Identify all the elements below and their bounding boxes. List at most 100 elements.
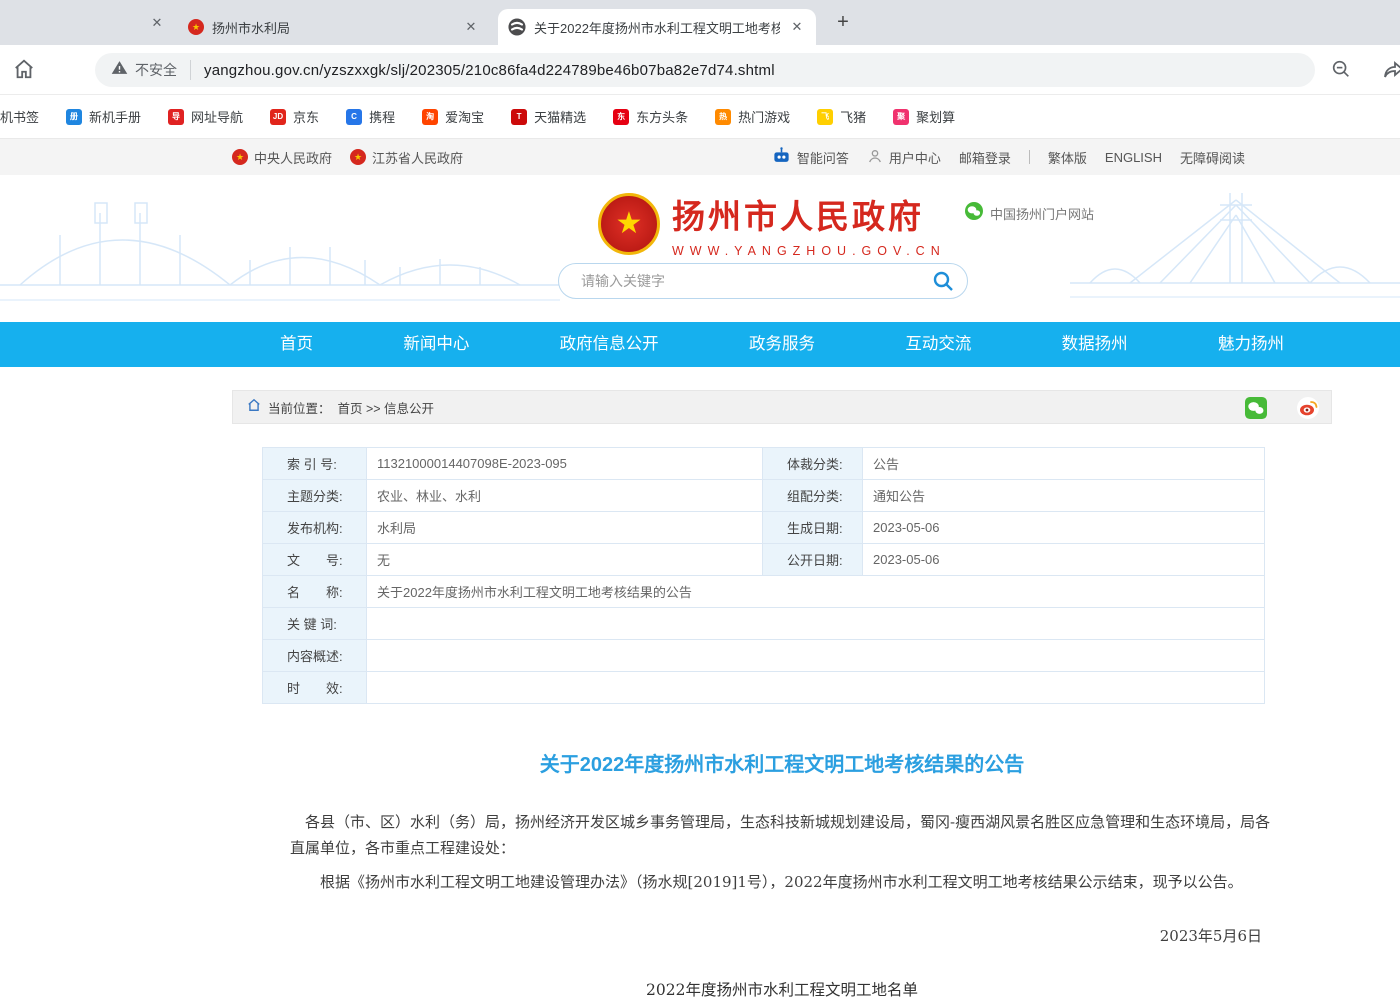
table-row: 主题分类: 农业、林业、水利 组配分类: 通知公告 xyxy=(263,480,1265,512)
bookmark-item[interactable]: C 携程 xyxy=(346,107,395,126)
portal-link[interactable]: 中国扬州门户网站 xyxy=(965,202,1094,225)
main-nav: 首页 新闻中心 政府信息公开 政务服务 互动交流 数据扬州 魅力扬州 xyxy=(0,322,1400,367)
meta-label: 文 号: xyxy=(263,544,367,576)
share-icon[interactable] xyxy=(1382,58,1400,87)
link-user-center[interactable]: 用户中心 xyxy=(867,148,941,167)
link-central-gov[interactable]: ★ 中央人民政府 xyxy=(232,148,332,167)
bookmarks-bar: 机书签 册 新机手册 导 网址导航 JD 京东 C 携程 淘 爱淘宝 T 天猫精… xyxy=(0,95,1400,138)
content-area: 当前位置： 首页 >> 信息公开 索 引 号: 1132100001440709… xyxy=(232,390,1332,997)
nav-services[interactable]: 政务服务 xyxy=(749,322,815,367)
table-row: 时 效: xyxy=(263,672,1265,704)
gov-top-bar: ★ 中央人民政府 ★ 江苏省人民政府 智能问答 用户中心 xyxy=(0,138,1400,175)
zoom-out-icon[interactable] xyxy=(1330,58,1352,85)
bookmark-item[interactable]: 热 热门游戏 xyxy=(715,107,790,126)
nav-news[interactable]: 新闻中心 xyxy=(403,322,469,367)
national-emblem-icon: ★ xyxy=(598,193,660,255)
link-smart-qa[interactable]: 智能问答 xyxy=(772,146,849,168)
article-date: 2023年5月6日 xyxy=(232,925,1262,946)
meta-label: 主题分类: xyxy=(263,480,367,512)
national-emblem-icon: ★ xyxy=(350,149,366,165)
meta-label: 体裁分类: xyxy=(763,448,863,480)
meta-label: 生成日期: xyxy=(763,512,863,544)
bookmark-favicon-icon: 热 xyxy=(715,109,731,125)
header-art-left xyxy=(0,175,560,322)
meta-value: 2023-05-06 xyxy=(863,512,1265,544)
bookmark-item[interactable]: 淘 爱淘宝 xyxy=(422,107,484,126)
bookmark-item[interactable]: 聚 聚划算 xyxy=(893,107,955,126)
article-paragraph: 各县（市、区）水利（务）局，扬州经济开发区城乡事务管理局，生态科技新城规划建设局… xyxy=(290,809,1274,861)
bookmark-favicon-icon: 飞 xyxy=(817,109,833,125)
bookmark-favicon-icon: 东 xyxy=(613,109,629,125)
table-row: 名 称: 关于2022年度扬州市水利工程文明工地考核结果的公告 xyxy=(263,576,1265,608)
search-input[interactable] xyxy=(581,264,911,298)
table-row: 内容概述: xyxy=(263,640,1265,672)
meta-label: 名 称: xyxy=(263,576,367,608)
wechat-share-icon[interactable] xyxy=(1245,397,1267,419)
meta-value: 2023-05-06 xyxy=(863,544,1265,576)
close-icon[interactable]: ✕ xyxy=(148,14,166,32)
tab-current-article[interactable]: 关于2022年度扬州市水利工程文明工地考核结 ✕ xyxy=(498,9,816,45)
table-row: 关 键 词: xyxy=(263,608,1265,640)
meta-label: 索 引 号: xyxy=(263,448,367,480)
meta-value: 11321000014407098E-2023-095 xyxy=(367,448,763,480)
bookmark-item[interactable]: JD 京东 xyxy=(270,107,319,126)
close-icon[interactable]: ✕ xyxy=(462,18,480,36)
meta-value: 水利局 xyxy=(367,512,763,544)
meta-label: 关 键 词: xyxy=(263,608,367,640)
nav-home[interactable]: 首页 xyxy=(280,322,313,367)
user-icon xyxy=(867,148,883,167)
nav-charm[interactable]: 魅力扬州 xyxy=(1218,322,1284,367)
bookmark-item[interactable]: T 天猫精选 xyxy=(511,107,586,126)
header-art-right xyxy=(1070,175,1400,322)
meta-label: 发布机构: xyxy=(263,512,367,544)
bookmark-favicon-icon: T xyxy=(511,109,527,125)
nav-info-disclosure[interactable]: 政府信息公开 xyxy=(560,322,659,367)
new-tab-button[interactable]: + xyxy=(830,9,856,35)
tab-title: 关于2022年度扬州市水利工程文明工地考核结 xyxy=(534,18,780,37)
national-emblem-icon: ★ xyxy=(232,149,248,165)
meta-value: 公告 xyxy=(863,448,1265,480)
divider xyxy=(1029,150,1030,164)
bookmark-item[interactable]: 飞 飞猪 xyxy=(817,107,866,126)
link-mail-login[interactable]: 邮箱登录 xyxy=(959,148,1011,167)
link-jiangsu-gov[interactable]: ★ 江苏省人民政府 xyxy=(350,148,463,167)
close-icon[interactable]: ✕ xyxy=(788,18,806,36)
meta-label: 内容概述: xyxy=(263,640,367,672)
meta-table: 索 引 号: 11321000014407098E-2023-095 体裁分类:… xyxy=(262,447,1265,704)
article-title: 关于2022年度扬州市水利工程文明工地考核结果的公告 xyxy=(232,748,1332,777)
weibo-share-icon[interactable] xyxy=(1297,397,1319,419)
article-paragraph: 根据《扬州市水利工程文明工地建设管理办法》（扬水规[2019]1号），2022年… xyxy=(290,869,1274,895)
home-icon[interactable] xyxy=(13,58,35,85)
site-logo[interactable]: ★ 扬州市人民政府 WWW.YANGZHOU.GOV.CN xyxy=(598,190,946,258)
link-accessibility[interactable]: 无障碍阅读 xyxy=(1180,148,1245,167)
tab-water-bureau[interactable]: ★ 扬州市水利局 ✕ xyxy=(178,9,490,45)
nav-data[interactable]: 数据扬州 xyxy=(1062,322,1128,367)
bookmark-item[interactable]: 机书签 xyxy=(0,107,39,126)
national-emblem-icon: ★ xyxy=(188,19,204,35)
meta-value xyxy=(367,672,1265,704)
meta-label: 组配分类: xyxy=(763,480,863,512)
bookmark-item[interactable]: 东 东方头条 xyxy=(613,107,688,126)
bookmark-favicon-icon: 导 xyxy=(168,109,184,125)
breadcrumb: 当前位置： 首页 >> 信息公开 xyxy=(232,390,1332,424)
address-bar[interactable]: 不安全 yangzhou.gov.cn/yzszxxgk/slj/202305/… xyxy=(95,53,1315,87)
search-icon[interactable] xyxy=(931,269,955,298)
meta-value: 通知公告 xyxy=(863,480,1265,512)
meta-value xyxy=(367,608,1265,640)
site-title: 扬州市人民政府 xyxy=(672,190,946,238)
divider xyxy=(190,60,191,80)
nav-interaction[interactable]: 互动交流 xyxy=(905,322,971,367)
home-icon xyxy=(247,398,261,417)
bookmark-favicon-icon: 淘 xyxy=(422,109,438,125)
bookmark-item[interactable]: 册 新机手册 xyxy=(66,107,141,126)
tab-strip: ✕ ★ 扬州市水利局 ✕ 关于2022年度扬州市水利工程文明工地考核结 ✕ + xyxy=(0,0,1400,45)
meta-value: 无 xyxy=(367,544,763,576)
breadcrumb-path[interactable]: 首页 >> 信息公开 xyxy=(338,398,435,417)
bookmark-favicon-icon: 册 xyxy=(66,109,82,125)
site-url: WWW.YANGZHOU.GOV.CN xyxy=(672,244,946,258)
link-traditional-chinese[interactable]: 繁体版 xyxy=(1048,148,1087,167)
table-row: 发布机构: 水利局 生成日期: 2023-05-06 xyxy=(263,512,1265,544)
bookmark-favicon-icon: JD xyxy=(270,109,286,125)
bookmark-item[interactable]: 导 网址导航 xyxy=(168,107,243,126)
link-english[interactable]: ENGLISH xyxy=(1105,150,1162,165)
